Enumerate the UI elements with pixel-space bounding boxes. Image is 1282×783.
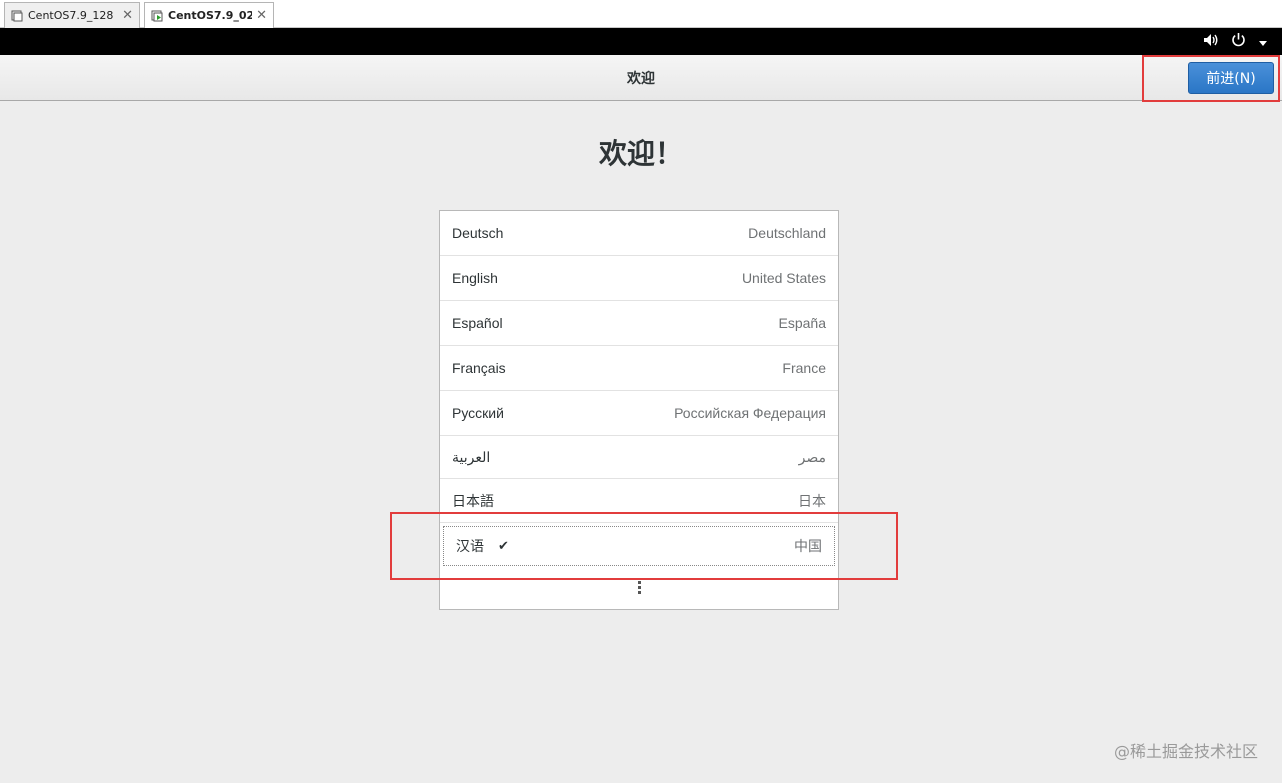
vm-tab-strip: CentOS7.9_128 ✕ CentOS7.9_02 ✕ bbox=[0, 0, 1282, 28]
vm-window-icon bbox=[11, 10, 23, 22]
language-native-name: Español bbox=[452, 315, 503, 331]
vm-tab-label: CentOS7.9_02 bbox=[168, 9, 253, 22]
vm-running-icon bbox=[151, 10, 163, 22]
welcome-heading: 欢迎！ bbox=[598, 137, 683, 170]
language-region: Deutschland bbox=[748, 225, 826, 241]
close-icon[interactable]: ✕ bbox=[256, 8, 267, 23]
language-row-english[interactable]: English United States bbox=[440, 256, 838, 301]
header-title: 欢迎 bbox=[627, 71, 655, 87]
language-region: Российская Федерация bbox=[674, 405, 826, 421]
language-region: مصر bbox=[798, 448, 826, 465]
language-row-espanol[interactable]: Español España bbox=[440, 301, 838, 346]
language-native-name: العربية bbox=[452, 448, 491, 465]
checkmark-icon: ✔ bbox=[498, 538, 509, 554]
language-native-name: English bbox=[452, 270, 498, 286]
power-icon bbox=[1231, 32, 1246, 51]
watermark: @稀土掘金技术社区 bbox=[1113, 742, 1258, 761]
language-region: 中国 bbox=[794, 538, 822, 554]
language-region: España bbox=[778, 315, 826, 331]
system-top-bar bbox=[0, 28, 1282, 55]
language-row-chinese[interactable]: 汉语 ✔ 中国 bbox=[443, 526, 835, 566]
language-row-russian[interactable]: Русский Российская Федерация bbox=[440, 391, 838, 436]
next-button[interactable]: 前进(N) bbox=[1188, 62, 1274, 94]
language-native-name: 汉语 bbox=[456, 538, 484, 554]
language-list[interactable]: Deutsch Deutschland English United State… bbox=[439, 210, 839, 610]
volume-icon bbox=[1203, 32, 1219, 51]
vm-tab-centos-128[interactable]: CentOS7.9_128 ✕ bbox=[4, 2, 140, 28]
language-native-name: Deutsch bbox=[452, 225, 504, 241]
installer-header-bar: 欢迎 前进(N) bbox=[0, 55, 1282, 101]
system-status-area[interactable] bbox=[1203, 32, 1268, 51]
language-region: United States bbox=[741, 270, 826, 286]
close-icon[interactable]: ✕ bbox=[122, 8, 133, 23]
language-native-name: Français bbox=[452, 360, 506, 376]
language-row-arabic[interactable]: العربية مصر bbox=[440, 436, 838, 479]
more-languages-icon[interactable] bbox=[440, 581, 838, 596]
vm-tab-centos-02[interactable]: CentOS7.9_02 ✕ bbox=[144, 2, 274, 28]
language-name-group: 汉语 ✔ bbox=[456, 536, 509, 556]
language-region: 日本 bbox=[798, 492, 826, 509]
language-row-francais[interactable]: Français France bbox=[440, 346, 838, 391]
chevron-down-icon bbox=[1258, 32, 1268, 51]
language-native-name: 日本語 bbox=[452, 492, 494, 509]
vm-tab-label: CentOS7.9_128 bbox=[28, 9, 114, 22]
language-native-name: Русский bbox=[452, 405, 504, 421]
language-region: France bbox=[782, 360, 826, 376]
language-row-japanese[interactable]: 日本語 日本 bbox=[440, 479, 838, 523]
language-row-deutsch[interactable]: Deutsch Deutschland bbox=[440, 211, 838, 256]
